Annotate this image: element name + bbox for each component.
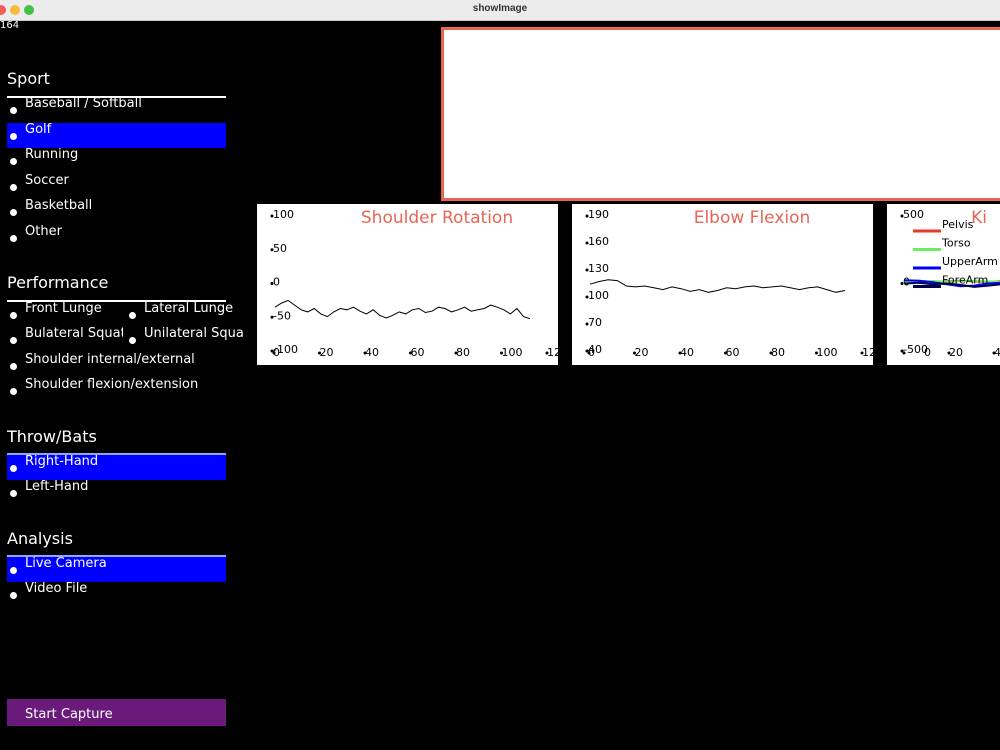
x-tick-label: 40 (680, 346, 694, 359)
start-capture-button[interactable]: Start Capture (7, 699, 226, 726)
frame-counter: 164 (0, 20, 20, 31)
y-tick-label: 70 (588, 316, 602, 329)
radio-dot-icon (10, 388, 17, 395)
sport-item-golf[interactable]: Golf (7, 122, 226, 148)
radio-dot-icon (10, 209, 17, 216)
section-title-sport: Sport (7, 69, 50, 88)
legend-label: ForeArm (942, 274, 988, 287)
hand-item-left[interactable]: Left-Hand (7, 479, 226, 505)
camera-preview (441, 27, 1000, 201)
radio-dot-icon (10, 107, 17, 114)
chart-svg: Shoulder Rotation100500-50-1000 20 40 60 80 1… (270, 208, 558, 359)
x-tick-label: 20 (635, 346, 649, 359)
sport-item-running[interactable]: Running (7, 147, 226, 173)
y-tick-label: 100 (588, 289, 609, 302)
sport-item-baseball[interactable]: Baseball / Softball (7, 96, 226, 122)
x-tick-label: 40 (994, 346, 1000, 359)
radio-dot-icon (10, 490, 17, 497)
hand-item-right[interactable]: Right-Hand (7, 454, 226, 480)
performance-item-shoulder-internal-external[interactable]: Shoulder internal/external (7, 352, 226, 378)
chart-elbow-flexion: Elbow Flexion 190 160 130 100 70 40 0 20 40 60 80 10… (572, 204, 873, 365)
window-titlebar[interactable]: showImage (0, 0, 1000, 21)
performance-item-unilateral-squat[interactable]: Unilateral Squa (126, 327, 244, 352)
x-tick-label: 0 (273, 346, 280, 359)
y-tick-label: 100 (273, 208, 294, 221)
performance-item-bilateral-squat[interactable]: Bulateral Squat (7, 327, 123, 352)
y-tick-label: 50 (273, 242, 287, 255)
x-tick-label: 20 (320, 346, 334, 359)
x-tick-label: 100 (817, 346, 838, 359)
radio-dot-icon (10, 133, 17, 140)
series-line (589, 279, 846, 293)
x-tick-label: 0 (588, 346, 595, 359)
radio-dot-icon (10, 158, 17, 165)
x-tick-label: 12 (862, 346, 873, 359)
chart-shoulder-rotation: Shoulder Rotation 100 50 0 -50 -100 0 20 40 60 80 1… (257, 204, 558, 365)
radio-dot-icon (129, 337, 136, 344)
x-tick-label: 80 (456, 346, 470, 359)
x-tick-label: 0 (924, 346, 931, 359)
x-tick-label: 60 (411, 346, 425, 359)
y-tick-label: 160 (588, 235, 609, 248)
sport-item-soccer[interactable]: Soccer (7, 173, 226, 199)
performance-item-lateral-lunge[interactable]: Lateral Lunge (126, 301, 244, 327)
radio-dot-icon (10, 465, 17, 472)
sport-item-basketball[interactable]: Basketball (7, 198, 226, 224)
analysis-item-live-camera[interactable]: Live Camera (7, 556, 226, 582)
analysis-item-video-file[interactable]: Video File (7, 581, 226, 607)
performance-item-front-lunge[interactable]: Front Lunge (7, 301, 123, 327)
window-title: showImage (472, 3, 528, 14)
y-tick-label: 130 (588, 262, 609, 275)
sport-item-other[interactable]: Other (7, 224, 226, 250)
performance-item-shoulder-flexion-extension[interactable]: Shoulder flexion/extension (7, 377, 226, 403)
chart-svg: Elbow Flexion19016013010070400 20 40 60 80 10… (585, 208, 873, 359)
section-title-performance: Performance (7, 273, 109, 292)
x-tick-label: 40 (365, 346, 379, 359)
radio-dot-icon (10, 337, 17, 344)
radio-dot-icon (10, 184, 17, 191)
x-tick-label: 20 (949, 346, 963, 359)
x-tick-label: 80 (771, 346, 785, 359)
series-line (274, 299, 531, 320)
radio-dot-icon (10, 363, 17, 370)
x-tick-label: 60 (726, 346, 740, 359)
radio-dot-icon (10, 235, 17, 242)
radio-dot-icon (129, 312, 136, 319)
legend-label: Pelvis (942, 218, 974, 231)
y-tick-label: 0 (273, 276, 280, 289)
y-tick-label: 500 (903, 208, 924, 221)
section-title-analysis: Analysis (7, 529, 73, 548)
section-title-throw-bats: Throw/Bats (7, 427, 97, 446)
x-tick-label: 12 (547, 346, 558, 359)
chart-title: Elbow Flexion (694, 208, 811, 228)
legend-label: UpperArm (942, 255, 998, 268)
x-tick-label: 100 (502, 346, 523, 359)
chart-kinematics: Ki5000-50002040PelvisTorsoUpperArmForeAr… (887, 204, 1000, 365)
chart-svg: Ki5000-50002040PelvisTorsoUpperArmForeAr… (900, 208, 1000, 359)
chart-title: Ki (971, 208, 987, 228)
radio-dot-icon (10, 312, 17, 319)
x-tick-mark (902, 351, 906, 355)
y-tick-label: -50 (273, 309, 291, 322)
radio-dot-icon (10, 567, 17, 574)
legend-label: Torso (941, 237, 971, 250)
radio-dot-icon (10, 592, 17, 599)
chart-title: Shoulder Rotation (361, 208, 513, 228)
y-tick-label: 190 (588, 208, 609, 221)
